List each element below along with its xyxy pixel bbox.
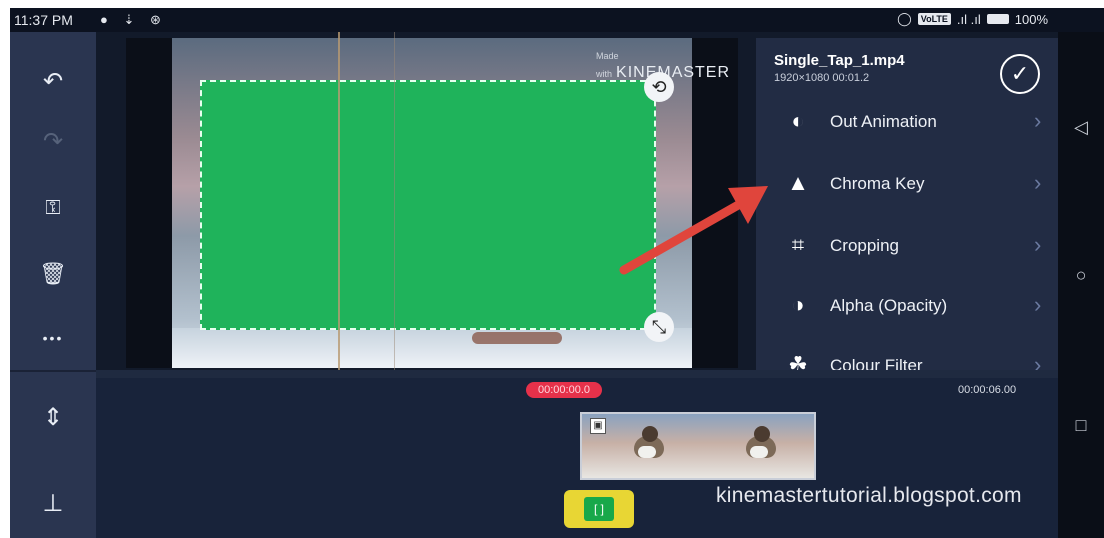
done-button[interactable]: ✓ [1000, 54, 1040, 94]
pin-icon[interactable]: ⊥ [37, 488, 69, 520]
notification-icons: ● ⇣ ⊛ [100, 12, 167, 27]
chevron-right-icon: › [1034, 232, 1042, 257]
battery-level: 100% [1014, 11, 1048, 27]
rotate-handle-icon[interactable]: ⟲ [644, 72, 674, 102]
recents-icon[interactable]: □ [1070, 414, 1092, 436]
key-icon[interactable]: ⚿ [37, 192, 69, 224]
layer-options-panel: Single_Tap_1.mp4 1920×1080 00:01.2 ✓ ◐ O… [756, 38, 1058, 378]
beach-scene [172, 328, 692, 368]
chroma-layer-box[interactable] [200, 80, 656, 330]
annotation-arrow-icon [619, 186, 768, 275]
rocks-scene [472, 332, 562, 344]
menu-label: Cropping [830, 236, 899, 255]
resize-handle-icon[interactable]: ⤡ [644, 312, 674, 342]
more-icon[interactable]: ••• [37, 322, 69, 354]
volte-badge: VoLTE [917, 13, 951, 25]
status-bar: 11:37 PM ● ⇣ ⊛ ◯ VoLTE .ıl .ıl 100% [10, 8, 1104, 32]
menu-out-animation[interactable]: ◐ Out Animation › [756, 98, 1058, 144]
guide-line [394, 32, 395, 382]
home-icon[interactable]: ○ [1070, 264, 1092, 286]
alarm-icon: ◯ [897, 11, 912, 26]
split-icon[interactable]: ⇕ [37, 402, 69, 434]
chevron-right-icon: › [1034, 108, 1042, 133]
menu-label: Out Animation [830, 112, 937, 131]
video-clip-thumbnail[interactable]: ▣ [580, 412, 816, 480]
current-time-badge: 00:00:00.0 [526, 382, 602, 398]
status-right: ◯ VoLTE .ıl .ıl 100% [897, 11, 1048, 27]
timeline: 00:00:00.0 00:00:06.00 ▣ [ ] [96, 378, 1058, 538]
chroma-key-icon: ▲ [787, 170, 809, 195]
end-time: 00:00:06.00 [958, 384, 1017, 396]
bird-thumbnail [628, 422, 668, 468]
crop-icon: ⌗ [791, 232, 805, 257]
menu-chroma-key[interactable]: ▲ Chroma Key › [756, 160, 1058, 206]
opacity-icon: ◑ [791, 292, 805, 317]
trash-icon[interactable]: 🗑 [37, 258, 69, 290]
chevron-right-icon: › [1034, 170, 1042, 195]
chroma-layer-clip[interactable]: [ ] [564, 490, 634, 528]
back-icon[interactable]: ◁ [1070, 116, 1092, 138]
image-clip-icon: ▣ [590, 418, 606, 434]
clip-info: 1920×1080 00:01.2 [774, 72, 870, 84]
menu-label: Chroma Key [830, 174, 925, 193]
menu-cropping[interactable]: ⌗ Cropping › [756, 222, 1058, 268]
menu-alpha-opacity[interactable]: ◑ Alpha (Opacity) › [756, 282, 1058, 328]
timeline-ruler [96, 370, 1058, 378]
android-nav-bar: ◁ ○ □ [1058, 32, 1104, 538]
left-toolbar: ↶ ↷ ⚿ 🗑 ••• ⇕ ⊥ [10, 32, 96, 538]
chevron-right-icon: › [1034, 292, 1042, 317]
redo-icon[interactable]: ↷ [37, 126, 69, 158]
layer-thumbnail-icon: [ ] [584, 497, 614, 521]
clip-name: Single_Tap_1.mp4 [774, 52, 905, 69]
signal-icon: .ıl .ıl [956, 11, 981, 27]
status-time: 11:37 PM [14, 12, 73, 28]
app-screen: 11:37 PM ● ⇣ ⊛ ◯ VoLTE .ıl .ıl 100% ↶ ↷ … [10, 8, 1104, 538]
menu-label: Alpha (Opacity) [830, 296, 948, 315]
undo-icon[interactable]: ↶ [37, 66, 69, 98]
battery-icon [986, 14, 1009, 24]
blog-watermark: kinemastertutorial.blogspot.com [716, 484, 1022, 507]
animation-icon: ◐ [791, 108, 805, 133]
toolbar-divider [10, 370, 96, 372]
bird-thumbnail [740, 422, 780, 468]
